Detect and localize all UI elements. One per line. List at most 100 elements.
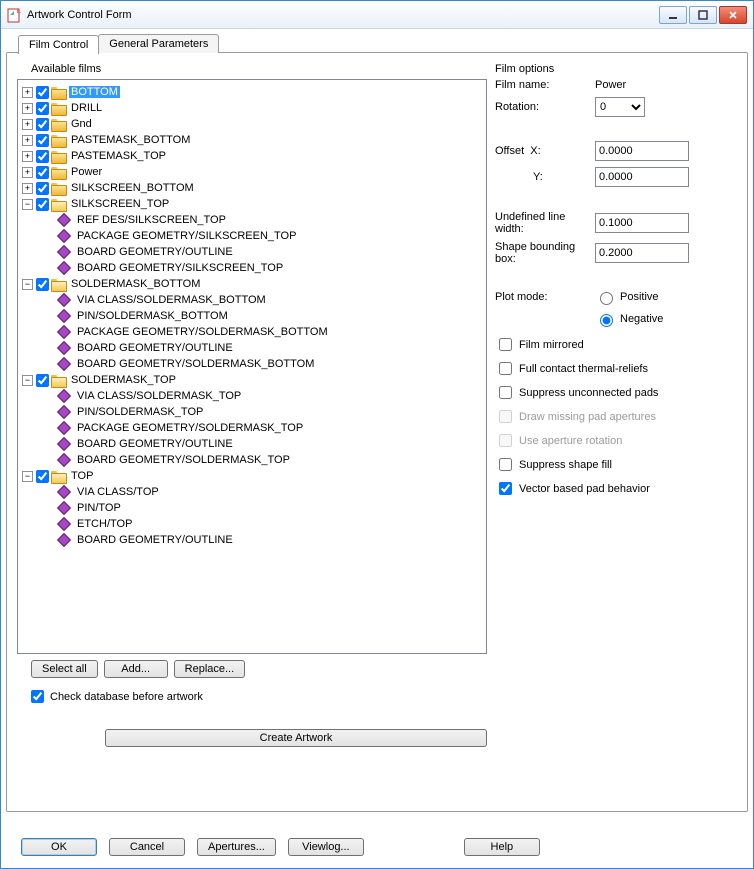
option-checkbox[interactable] xyxy=(499,338,512,351)
option-checkbox[interactable] xyxy=(499,386,512,399)
available-films-tree[interactable]: +BOTTOM+DRILL+Gnd+PASTEMASK_BOTTOM+PASTE… xyxy=(17,79,487,654)
maximize-button[interactable] xyxy=(689,6,717,24)
tree-folder-row[interactable]: − SILKSCREEN_TOP xyxy=(22,196,486,212)
tree-folder-label[interactable]: SOLDERMASK_TOP xyxy=(69,374,178,386)
select-all-button[interactable]: Select all xyxy=(31,660,98,678)
check-database-checkbox[interactable] xyxy=(31,690,44,703)
tree-folder-row[interactable]: + SILKSCREEN_BOTTOM xyxy=(22,180,486,196)
collapse-icon[interactable]: − xyxy=(22,279,33,290)
option-check-row[interactable]: Film mirrored xyxy=(495,335,725,354)
tree-leaf-row[interactable]: BOARD GEOMETRY/OUTLINE xyxy=(22,532,486,548)
minimize-button[interactable] xyxy=(659,6,687,24)
expand-icon[interactable]: + xyxy=(22,87,33,98)
tree-folder-label[interactable]: SILKSCREEN_BOTTOM xyxy=(69,182,196,194)
tree-leaf-row[interactable]: BOARD GEOMETRY/SOLDERMASK_TOP xyxy=(22,452,486,468)
tree-folder-row[interactable]: + Gnd xyxy=(22,116,486,132)
tree-leaf-row[interactable]: PIN/TOP xyxy=(22,500,486,516)
tree-folder-label[interactable]: Power xyxy=(69,166,104,178)
cancel-button[interactable]: Cancel xyxy=(109,838,185,856)
tree-folder-row[interactable]: + PASTEMASK_BOTTOM xyxy=(22,132,486,148)
tree-leaf-label[interactable]: BOARD GEOMETRY/OUTLINE xyxy=(75,534,235,546)
tree-folder-row[interactable]: − SOLDERMASK_TOP xyxy=(22,372,486,388)
tree-leaf-row[interactable]: BOARD GEOMETRY/OUTLINE xyxy=(22,340,486,356)
tree-leaf-label[interactable]: ETCH/TOP xyxy=(75,518,134,530)
tree-leaf-row[interactable]: VIA CLASS/SOLDERMASK_BOTTOM xyxy=(22,292,486,308)
option-check-row[interactable]: Vector based pad behavior xyxy=(495,479,725,498)
tree-leaf-row[interactable]: PACKAGE GEOMETRY/SOLDERMASK_BOTTOM xyxy=(22,324,486,340)
tree-checkbox[interactable] xyxy=(36,278,49,291)
tree-leaf-row[interactable]: REF DES/SILKSCREEN_TOP xyxy=(22,212,486,228)
collapse-icon[interactable]: − xyxy=(22,199,33,210)
expand-icon[interactable]: + xyxy=(22,119,33,130)
tree-checkbox[interactable] xyxy=(36,166,49,179)
option-check-row[interactable]: Suppress unconnected pads xyxy=(495,383,725,402)
tree-folder-label[interactable]: PASTEMASK_TOP xyxy=(69,150,168,162)
tree-folder-label[interactable]: SOLDERMASK_BOTTOM xyxy=(69,278,202,290)
tree-leaf-row[interactable]: PIN/SOLDERMASK_BOTTOM xyxy=(22,308,486,324)
tree-folder-label[interactable]: PASTEMASK_BOTTOM xyxy=(69,134,192,146)
tree-leaf-label[interactable]: PACKAGE GEOMETRY/SILKSCREEN_TOP xyxy=(75,230,298,242)
expand-icon[interactable]: + xyxy=(22,183,33,194)
tree-folder-row[interactable]: − SOLDERMASK_BOTTOM xyxy=(22,276,486,292)
tree-leaf-label[interactable]: BOARD GEOMETRY/SILKSCREEN_TOP xyxy=(75,262,285,274)
tree-leaf-row[interactable]: BOARD GEOMETRY/SOLDERMASK_BOTTOM xyxy=(22,356,486,372)
ok-button[interactable]: OK xyxy=(21,838,97,856)
tree-leaf-label[interactable]: BOARD GEOMETRY/SOLDERMASK_BOTTOM xyxy=(75,358,316,370)
tree-folder-row[interactable]: + DRILL xyxy=(22,100,486,116)
tree-folder-row[interactable]: +BOTTOM xyxy=(22,84,486,100)
tree-folder-label[interactable]: SILKSCREEN_TOP xyxy=(69,198,171,210)
option-checkbox[interactable] xyxy=(499,482,512,495)
tree-leaf-label[interactable]: VIA CLASS/SOLDERMASK_BOTTOM xyxy=(75,294,268,306)
tree-leaf-label[interactable]: PIN/SOLDERMASK_BOTTOM xyxy=(75,310,230,322)
tree-checkbox[interactable] xyxy=(36,102,49,115)
add-button[interactable]: Add... xyxy=(104,660,168,678)
tree-leaf-row[interactable]: PIN/SOLDERMASK_TOP xyxy=(22,404,486,420)
tree-folder-row[interactable]: − TOP xyxy=(22,468,486,484)
option-checkbox[interactable] xyxy=(499,458,512,471)
shape-bounding-box-input[interactable] xyxy=(595,243,689,263)
tab-general-parameters[interactable]: General Parameters xyxy=(98,34,219,53)
tree-leaf-label[interactable]: BOARD GEOMETRY/SOLDERMASK_TOP xyxy=(75,454,292,466)
tree-folder-row[interactable]: +Power xyxy=(22,164,486,180)
viewlog-button[interactable]: Viewlog... xyxy=(288,838,364,856)
apertures-button[interactable]: Apertures... xyxy=(197,838,276,856)
tree-leaf-label[interactable]: VIA CLASS/SOLDERMASK_TOP xyxy=(75,390,243,402)
expand-icon[interactable]: + xyxy=(22,135,33,146)
tree-checkbox[interactable] xyxy=(36,470,49,483)
replace-button[interactable]: Replace... xyxy=(174,660,246,678)
tree-checkbox[interactable] xyxy=(36,374,49,387)
option-checkbox[interactable] xyxy=(499,362,512,375)
tree-checkbox[interactable] xyxy=(36,118,49,131)
undefined-line-width-input[interactable] xyxy=(595,213,689,233)
tree-checkbox[interactable] xyxy=(36,150,49,163)
collapse-icon[interactable]: − xyxy=(22,375,33,386)
create-artwork-button[interactable]: Create Artwork xyxy=(105,729,487,747)
tab-film-control[interactable]: Film Control xyxy=(18,35,99,54)
option-check-row[interactable]: Full contact thermal-reliefs xyxy=(495,359,725,378)
tree-leaf-row[interactable]: PACKAGE GEOMETRY/SOLDERMASK_TOP xyxy=(22,420,486,436)
tree-leaf-row[interactable]: BOARD GEOMETRY/SILKSCREEN_TOP xyxy=(22,260,486,276)
expand-icon[interactable]: + xyxy=(22,103,33,114)
tree-leaf-label[interactable]: PACKAGE GEOMETRY/SOLDERMASK_BOTTOM xyxy=(75,326,330,338)
tree-checkbox[interactable] xyxy=(36,182,49,195)
tree-folder-label[interactable]: TOP xyxy=(69,470,95,482)
option-check-row[interactable]: Suppress shape fill xyxy=(495,455,725,474)
plot-mode-positive-radio[interactable] xyxy=(600,292,613,305)
tree-checkbox[interactable] xyxy=(36,86,49,99)
tree-folder-label[interactable]: Gnd xyxy=(69,118,94,130)
tree-checkbox[interactable] xyxy=(36,134,49,147)
tree-folder-label[interactable]: DRILL xyxy=(69,102,104,114)
tree-leaf-label[interactable]: PACKAGE GEOMETRY/SOLDERMASK_TOP xyxy=(75,422,305,434)
offset-x-input[interactable] xyxy=(595,141,689,161)
tree-leaf-row[interactable]: VIA CLASS/SOLDERMASK_TOP xyxy=(22,388,486,404)
tree-folder-row[interactable]: +PASTEMASK_TOP xyxy=(22,148,486,164)
tree-leaf-row[interactable]: BOARD GEOMETRY/OUTLINE xyxy=(22,244,486,260)
offset-y-input[interactable] xyxy=(595,167,689,187)
tree-leaf-row[interactable]: PACKAGE GEOMETRY/SILKSCREEN_TOP xyxy=(22,228,486,244)
close-button[interactable] xyxy=(719,6,747,24)
tree-leaf-row[interactable]: VIA CLASS/TOP xyxy=(22,484,486,500)
rotation-select[interactable]: 0 xyxy=(595,97,645,117)
tree-leaf-label[interactable]: BOARD GEOMETRY/OUTLINE xyxy=(75,246,235,258)
collapse-icon[interactable]: − xyxy=(22,471,33,482)
tree-leaf-label[interactable]: REF DES/SILKSCREEN_TOP xyxy=(75,214,228,226)
